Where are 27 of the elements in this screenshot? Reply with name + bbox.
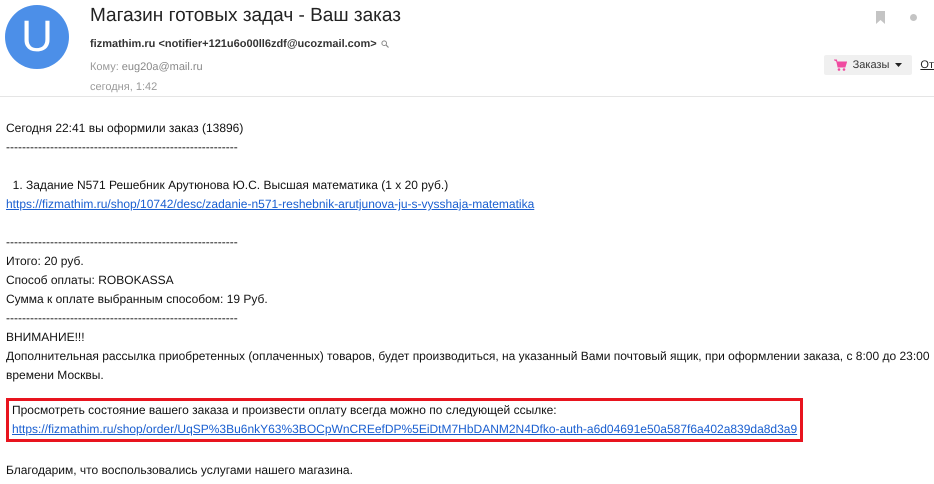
to-label: Кому: <box>90 60 119 74</box>
recipient: eug20a@mail.ru <box>122 60 203 74</box>
body-text: ---------------------------------------------------------- <box>6 234 238 251</box>
body-text: ---------------------------------------------------------- <box>6 310 238 327</box>
body-text: Сегодня 22:41 вы оформили заказ (13896) <box>6 120 244 137</box>
body-text: Просмотреть состояние вашего заказа и произвести оплату всегда можно по следующей ссылке: <box>12 402 557 419</box>
date: сегодня, 1:42 <box>90 80 158 95</box>
orders-button[interactable]: Заказы <box>824 55 912 75</box>
bookmark-icon[interactable] <box>876 11 885 24</box>
caret-icon <box>895 63 902 67</box>
email-subject: Магазин готовых задач - Ваш заказ <box>90 4 401 28</box>
body-text: Дополнительная рассылка приобретенных (оплаченных) товаров, будет производиться, на указанный Вами почтовый ящик, при оформлении заказа, с 8:00 до 23:00 времени Москвы. <box>6 348 931 384</box>
body-text: Благодарим, что воспользовались услугами нашего магазина. <box>6 462 353 479</box>
body-text: Итого: 20 руб. <box>6 253 84 270</box>
cart-icon <box>834 59 847 71</box>
search-icon[interactable] <box>380 40 389 48</box>
order-link[interactable]: https://fizmathim.ru/shop/order/UqSP%3Bu6nkY63%3BOCpWnCREefDP%5EiDtM7HbDANM2N4Dfko-auth-a6d04691e50a587f6a402a839da8d3a9 <box>12 420 798 439</box>
avatar: U <box>5 5 69 69</box>
sender[interactable]: fizmathim.ru <notifier+121u6o00ll6zdf@ucozmail.com> <box>90 36 377 52</box>
body-text: 1. Задание N571 Решебник Арутюнова Ю.С. Высшая математика (1 x 20 руб.) <box>12 177 448 194</box>
product-link[interactable]: https://fizmathim.ru/shop/10742/desc/zadanie-n571-reshebnik-arutjunova-ju-s-vysshaja-matematika <box>6 195 534 214</box>
dot-icon[interactable] <box>910 14 917 21</box>
body-text: ВНИМАНИЕ!!! <box>6 329 85 346</box>
body-text: Сумма к оплате выбранным способом: 19 Руб. <box>6 291 268 308</box>
body-text: Способ оплаты: ROBOKASSA <box>6 272 174 289</box>
body-text: ---------------------------------------------------------- <box>6 139 238 156</box>
cut-link[interactable]: От <box>920 56 934 74</box>
